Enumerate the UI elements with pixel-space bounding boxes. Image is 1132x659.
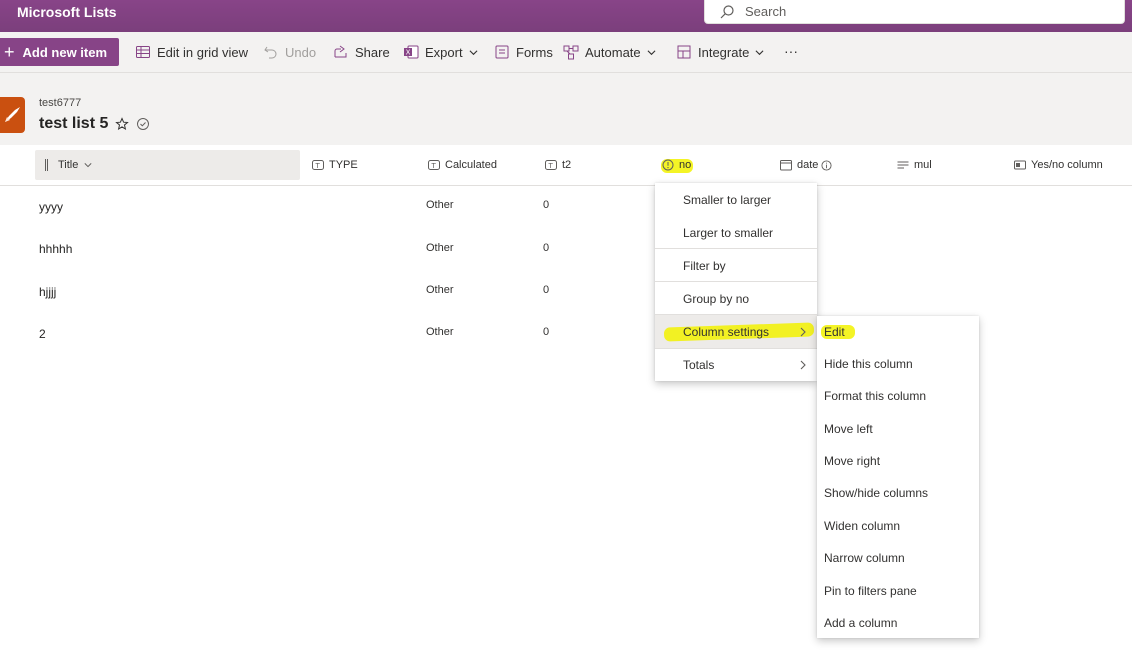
column-header-no[interactable]: no — [662, 145, 691, 185]
column-header-yes-no[interactable]: Yes/no column — [1014, 145, 1103, 185]
add-new-item-label: Add new item — [22, 44, 108, 60]
table-row-title[interactable]: hjjjj — [39, 285, 56, 299]
submenu-item-edit[interactable]: Edit — [817, 316, 979, 348]
edit-grid-button[interactable]: Edit in grid view — [135, 32, 248, 72]
rocket-icon — [5, 107, 20, 122]
column-header-type[interactable]: T TYPE — [312, 145, 358, 185]
menu-item-group-by[interactable]: Group by no — [655, 282, 817, 315]
search-icon — [720, 5, 734, 19]
site-name[interactable]: test6777 — [39, 97, 81, 109]
excel-icon: X — [404, 45, 419, 59]
star-icon[interactable] — [115, 117, 129, 131]
warning-circle-icon — [662, 159, 674, 171]
share-label: Share — [355, 44, 390, 60]
list-icon — [0, 97, 25, 133]
svg-text:T: T — [315, 162, 321, 170]
chevron-down-icon — [84, 163, 92, 168]
column-header-mul[interactable]: mul — [897, 145, 932, 185]
submenu-item-move-left[interactable]: Move left — [817, 413, 979, 445]
text-field-icon: T — [545, 160, 557, 170]
menu-item-sort-descending[interactable]: Larger to smaller — [655, 216, 817, 249]
automate-label: Automate — [585, 44, 641, 60]
menu-item-column-settings[interactable]: Column settings — [655, 315, 817, 348]
grid-icon — [136, 46, 150, 58]
list-title: test list 5 — [39, 115, 109, 132]
table-row-title[interactable]: hhhhh — [39, 242, 72, 256]
list-header — [0, 73, 1132, 145]
forms-button[interactable]: Forms — [494, 32, 553, 72]
chevron-right-icon — [800, 327, 806, 336]
text-field-icon: T — [312, 160, 324, 170]
table-cell-calculated: Other — [426, 326, 454, 338]
undo-icon — [264, 46, 277, 59]
forms-label: Forms — [516, 44, 553, 60]
forms-icon — [495, 45, 509, 59]
multiline-text-icon — [897, 161, 909, 169]
submenu-item-format-column[interactable]: Format this column — [817, 380, 979, 412]
undo-button[interactable]: Undo — [263, 32, 316, 72]
text-field-icon: T — [428, 160, 440, 170]
chevron-down-icon — [755, 49, 764, 55]
add-new-item-button[interactable]: + Add new item — [0, 38, 119, 66]
info-icon[interactable] — [821, 159, 832, 171]
table-cell-t2: 0 — [543, 284, 550, 296]
submenu-item-add-column[interactable]: Add a column — [817, 607, 979, 638]
table-cell-calculated: Other — [426, 242, 454, 254]
column-header-row: Title T TYPE T Calculated T t2 no date m… — [0, 145, 1132, 186]
table-cell-calculated: Other — [426, 284, 454, 296]
calendar-icon — [780, 160, 792, 171]
menu-item-sort-ascending[interactable]: Smaller to larger — [655, 183, 817, 216]
app-title[interactable]: Microsoft Lists — [17, 4, 117, 20]
integrate-button[interactable]: Integrate — [676, 32, 764, 72]
table-cell-t2: 0 — [543, 199, 550, 211]
toggle-icon — [1014, 160, 1026, 170]
submenu-item-show-hide-columns[interactable]: Show/hide columns — [817, 477, 979, 509]
table-cell-t2: 0 — [543, 326, 550, 338]
submenu-item-hide-column[interactable]: Hide this column — [817, 348, 979, 380]
export-label: Export — [425, 44, 463, 60]
svg-text:T: T — [431, 162, 437, 170]
search-box[interactable]: Search — [704, 0, 1125, 24]
search-input[interactable]: Search — [745, 4, 786, 19]
column-header-calculated[interactable]: T Calculated — [428, 145, 497, 185]
check-circle-icon[interactable] — [136, 117, 150, 131]
column-settings-submenu: Edit Hide this column Format this column… — [817, 316, 979, 638]
column-header-t2[interactable]: T t2 — [545, 145, 571, 185]
flow-icon — [563, 45, 579, 60]
undo-label: Undo — [285, 44, 317, 60]
table-cell-t2: 0 — [543, 242, 550, 254]
submenu-item-pin-to-filters[interactable]: Pin to filters pane — [817, 575, 979, 607]
submenu-item-move-right[interactable]: Move right — [817, 445, 979, 477]
menu-item-filter-by[interactable]: Filter by — [655, 249, 817, 282]
svg-text:T: T — [548, 162, 554, 170]
export-button[interactable]: X Export — [403, 32, 478, 72]
column-header-title[interactable]: Title — [35, 150, 300, 180]
table-row-title[interactable]: 2 — [39, 327, 46, 341]
edit-grid-label: Edit in grid view — [157, 44, 249, 60]
plus-icon: + — [4, 42, 15, 62]
chevron-down-icon — [647, 49, 656, 55]
column-header-date[interactable]: date — [780, 145, 832, 185]
share-button[interactable]: Share — [333, 32, 390, 72]
automate-button[interactable]: Automate — [563, 32, 656, 72]
share-icon — [334, 45, 347, 58]
submenu-item-widen-column[interactable]: Widen column — [817, 510, 979, 542]
integrate-label: Integrate — [698, 44, 750, 60]
column-context-menu: Smaller to larger Larger to smaller Filt… — [655, 183, 817, 381]
more-options-button[interactable]: ··· — [784, 31, 798, 71]
table-row-title[interactable]: yyyy — [39, 200, 63, 214]
suite-bar: Microsoft Lists Search — [0, 0, 1132, 32]
integrate-icon — [677, 45, 691, 59]
svg-text:X: X — [406, 49, 411, 57]
chevron-down-icon — [469, 49, 478, 55]
table-cell-calculated: Other — [426, 199, 454, 211]
submenu-item-narrow-column[interactable]: Narrow column — [817, 542, 979, 574]
menu-item-totals[interactable]: Totals — [655, 349, 817, 381]
column-title-label: Title — [58, 159, 79, 171]
chevron-right-icon — [800, 360, 806, 370]
drag-handle-icon — [45, 159, 48, 171]
